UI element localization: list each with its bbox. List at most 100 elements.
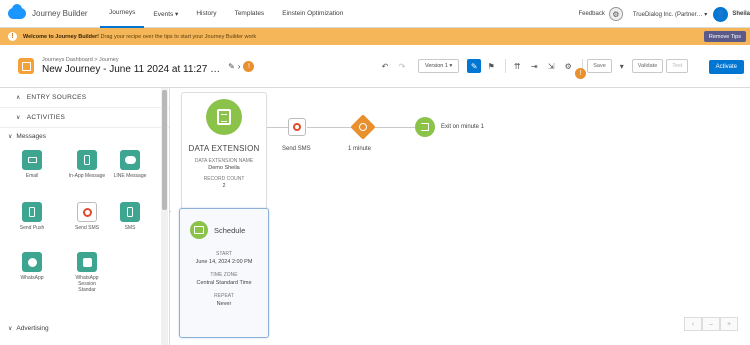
entry-settings-icon[interactable]: ⇥ (527, 59, 541, 73)
nav-tab-einstein-optimization[interactable]: Einstein Optimization (273, 0, 352, 28)
activity-email[interactable]: Email (12, 150, 52, 179)
journey-title-block: Journeys Dashboard > Journey New Journey… (42, 57, 220, 75)
timezone-value: Central Standard Time (196, 280, 252, 286)
messages-group[interactable]: ∨ Messages (0, 128, 169, 144)
email-icon (22, 150, 42, 170)
activity-row: Email In-App Message LINE Message (0, 144, 169, 200)
nav-tab-journeys[interactable]: Journeys (100, 0, 145, 28)
zoom-back-button[interactable]: ‹ (684, 317, 702, 331)
zoom-out-button[interactable]: – (702, 317, 720, 331)
activity-row: Send Push Send SMS SMS (0, 200, 169, 250)
record-count-label: RECORD COUNT (203, 176, 245, 182)
canvas-toolbar: ↶ ↷ Version 1 ▾ ✎ ⚑ ⇈ ⇥ ⇲ ⚙ Save ▾ Valid… (378, 56, 691, 76)
record-count-value: 2 (222, 183, 226, 189)
org-switcher[interactable]: TrueDialog Inc. (Partner… ▾ (633, 11, 707, 18)
journey-canvas[interactable]: DATA EXTENSION DATA EXTENSION NAME Demo … (171, 88, 750, 345)
save-menu-chevron-icon[interactable]: ▾ (615, 59, 629, 73)
start-value: June 14, 2024 2:00 PM (195, 259, 253, 265)
activity-whatsapp-session[interactable]: WhatsApp Session Standar (67, 252, 107, 293)
entry-sources-label: ENTRY SOURCES (26, 94, 87, 101)
push-icon (22, 202, 42, 222)
activity-label: WhatsApp (20, 275, 44, 281)
edit-mode-icon[interactable]: ✎ (467, 59, 482, 73)
nav-tab-templates[interactable]: Templates (226, 0, 274, 28)
activity-sms[interactable]: SMS (110, 202, 150, 231)
user-avatar[interactable]: 👤 (713, 6, 729, 22)
banner-text: Welcome to Journey Builder! Drag your re… (23, 34, 256, 40)
nav-tab-history[interactable]: History (187, 0, 225, 28)
redo-icon[interactable]: ↷ (395, 59, 409, 73)
activity-label: In-App Message (68, 173, 106, 179)
welcome-banner: ! Welcome to Journey Builder! Drag your … (0, 28, 750, 45)
chevron-down-icon: ∨ (8, 133, 13, 140)
entry-source-card[interactable]: DATA EXTENSION DATA EXTENSION NAME Demo … (181, 92, 267, 210)
chevron-right-icon[interactable]: › (238, 62, 241, 71)
validate-button[interactable]: Validate (631, 59, 664, 73)
mobile-icon (77, 150, 97, 170)
test-button[interactable]: Test (666, 59, 689, 73)
settings-gear-icon[interactable]: ⚙ (561, 59, 575, 73)
entry-sources-section[interactable]: ∧ ENTRY SOURCES (0, 88, 169, 108)
banner-title: Welcome to Journey Builder! (23, 33, 99, 40)
save-button[interactable]: Save (587, 59, 612, 73)
activity-line-message[interactable]: LINE Message (110, 150, 150, 179)
messages-label: Messages (16, 132, 47, 140)
activate-button[interactable]: Activate (708, 60, 744, 74)
zoom-controls: ‹ – + (684, 317, 738, 331)
banner-message: Drag your recipe over the tips to start … (100, 33, 257, 40)
remove-tips-button[interactable]: Remove Tips (703, 31, 746, 42)
activity-in-app-message[interactable]: In-App Message (67, 150, 107, 179)
activity-send-push[interactable]: Send Push (12, 202, 52, 231)
info-icon: ! (8, 32, 17, 41)
activity-whatsapp[interactable]: WhatsApp (12, 252, 52, 281)
activity-sidebar: ∧ ENTRY SOURCES ∨ ACTIVITIES ∨ Messages … (0, 88, 170, 345)
edit-pencil-icon[interactable]: ✎ (228, 62, 235, 71)
zoom-in-button[interactable]: + (720, 317, 738, 331)
tip-pin-marker[interactable]: ! (575, 68, 586, 79)
sms-phone-icon (120, 202, 140, 222)
activity-label: Send SMS (75, 225, 99, 231)
settings-gear-icon[interactable]: ⚙ (608, 7, 623, 21)
wait-node[interactable] (350, 114, 376, 140)
exit-node[interactable] (415, 117, 435, 137)
repeat-value: Never (216, 301, 232, 307)
schedule-icon (190, 221, 208, 239)
chevron-down-icon: ∨ (8, 325, 13, 332)
activity-label: SMS (124, 225, 136, 231)
nav-tab-events[interactable]: Events ▾ (144, 0, 187, 28)
sms-icon (77, 202, 97, 222)
exit-criteria-icon[interactable]: ⇈ (510, 59, 524, 73)
flow-connector (267, 127, 288, 128)
schedule-title: Schedule (214, 225, 246, 235)
nav-right-group: Feedback ⚙ TrueDialog Inc. (Partner… ▾ 👤… (578, 0, 750, 28)
goal-flag-icon[interactable]: ⚑ (484, 59, 498, 73)
undo-icon[interactable]: ↶ (378, 59, 392, 73)
chat-icon (120, 150, 140, 170)
send-sms-label: Send SMS (282, 146, 311, 152)
activity-label: Send Push (19, 225, 45, 231)
activity-row: WhatsApp WhatsApp Session Standar (0, 250, 169, 318)
version-select[interactable]: Version 1 ▾ (418, 59, 460, 73)
activities-section[interactable]: ∨ ACTIVITIES (0, 108, 169, 128)
journey-title[interactable]: New Journey - June 11 2024 at 11:27 … (42, 64, 220, 75)
send-sms-node[interactable] (288, 118, 306, 136)
chevron-right-icon: ∧ (16, 95, 21, 101)
activity-send-sms[interactable]: Send SMS (67, 202, 107, 231)
timezone-label: TIME ZONE (210, 272, 238, 278)
activity-label: Email (25, 173, 39, 179)
entry-card-title: DATA EXTENSION (188, 144, 260, 153)
schedule-header: Schedule (180, 209, 268, 239)
activity-label: LINE Message (113, 173, 147, 179)
repeat-label: REPEAT (214, 293, 234, 299)
advertising-group[interactable]: ∨ Advertising (0, 320, 169, 336)
export-icon[interactable]: ⇲ (544, 59, 558, 73)
schedule-card[interactable]: Schedule START June 14, 2024 2:00 PM TIM… (179, 208, 269, 338)
feedback-link[interactable]: Feedback (578, 11, 604, 17)
sidebar-scroll-thumb[interactable] (162, 90, 167, 210)
breadcrumb[interactable]: Journeys Dashboard > Journey (42, 57, 220, 63)
user-name[interactable]: Sheila (732, 11, 750, 17)
toolbar-divider (505, 59, 507, 73)
app-logo[interactable]: Journey Builder (8, 4, 100, 19)
flow-connector (307, 127, 353, 128)
tip-pin-marker[interactable]: ! (243, 60, 255, 72)
